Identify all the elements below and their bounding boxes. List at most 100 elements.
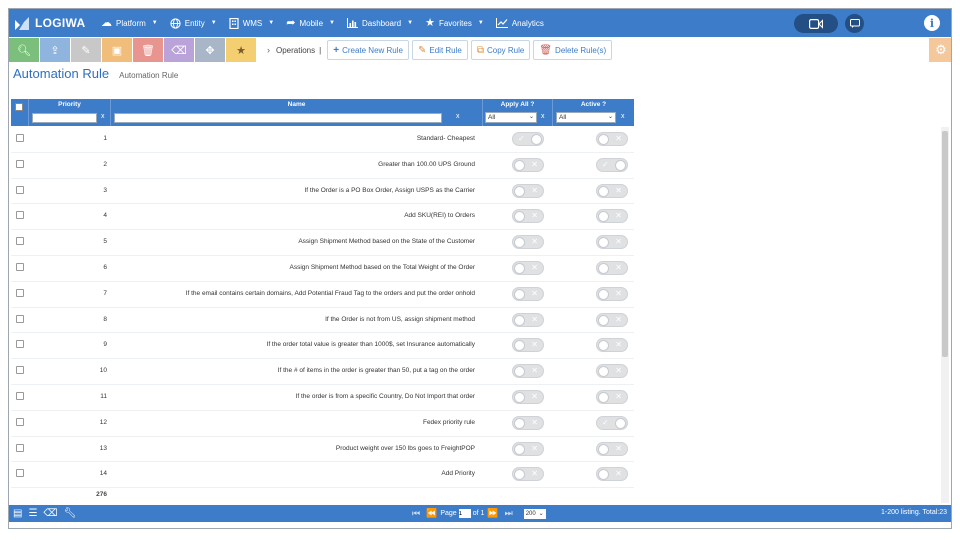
favorite-button[interactable]: ★: [226, 38, 256, 62]
copy-rule-button[interactable]: ⧉ Copy Rule: [470, 40, 531, 60]
table-row[interactable]: 11 If the order is from a specific Count…: [11, 385, 634, 411]
column-apply-all[interactable]: Apply All ? All ⌄ x: [483, 99, 553, 126]
row-checkbox[interactable]: [16, 134, 24, 142]
table-row[interactable]: 6 Assign Shipment Method based on the To…: [11, 256, 634, 282]
priority-filter-input[interactable]: [32, 113, 97, 123]
nav-dashboard[interactable]: Dashboard ▼: [341, 9, 419, 37]
column-active[interactable]: Active ? All ⌄ x: [553, 99, 634, 126]
row-checkbox[interactable]: [16, 366, 24, 375]
next-page-icon[interactable]: ⏩: [487, 508, 498, 519]
table-row[interactable]: 3 If the Order is a PO Box Order, Assign…: [11, 179, 634, 205]
row-checkbox[interactable]: [16, 288, 24, 297]
row-checkbox[interactable]: [16, 469, 24, 478]
row-checkbox[interactable]: [16, 340, 24, 349]
last-page-icon[interactable]: ⏭: [505, 508, 513, 519]
video-call-button[interactable]: [794, 14, 838, 33]
name-filter-clear[interactable]: x: [456, 113, 460, 120]
table-row[interactable]: 2 Greater than 100.00 UPS Ground ✕ ✓: [11, 153, 634, 179]
active-filter-clear[interactable]: x: [621, 113, 625, 120]
apply-all-toggle[interactable]: ✓: [512, 132, 544, 146]
row-checkbox[interactable]: [16, 443, 24, 452]
page-size-select[interactable]: 200 ⌄: [523, 508, 546, 519]
apply-all-toggle[interactable]: ✕: [512, 389, 544, 404]
active-toggle[interactable]: ✕: [596, 235, 628, 250]
chat-button[interactable]: [845, 14, 864, 33]
apply-all-toggle[interactable]: ✕: [512, 415, 544, 430]
table-row[interactable]: 14 Add Priority ✕ ✕: [11, 462, 634, 489]
row-checkbox[interactable]: [16, 237, 24, 246]
apply-all-toggle[interactable]: ✕: [512, 235, 544, 250]
wrench-icon[interactable]: 🔧︎: [64, 508, 77, 519]
page-number-input[interactable]: [458, 509, 471, 518]
active-toggle[interactable]: ✓: [596, 157, 628, 172]
prev-page-icon[interactable]: ⏪: [426, 508, 437, 519]
move-button[interactable]: ✥: [195, 38, 225, 62]
row-checkbox[interactable]: [16, 417, 24, 426]
eraser-icon[interactable]: ⌫: [43, 508, 57, 519]
apply-all-filter-select[interactable]: All ⌄: [485, 112, 537, 123]
active-toggle[interactable]: ✕: [596, 286, 628, 301]
save-button[interactable]: ▣: [102, 38, 132, 62]
nav-entity[interactable]: Entity ▼: [164, 9, 223, 37]
erase-button[interactable]: ⌫: [164, 38, 194, 62]
apply-all-toggle[interactable]: ✕: [512, 157, 544, 172]
active-toggle[interactable]: ✕: [596, 338, 628, 353]
row-checkbox[interactable]: [16, 314, 24, 323]
excel-export-icon[interactable]: ▤: [13, 508, 22, 519]
list-columns-icon[interactable]: ☰: [28, 508, 37, 519]
nav-platform[interactable]: ☁ Platform ▼: [95, 9, 164, 37]
active-toggle[interactable]: ✕: [596, 441, 628, 456]
active-toggle[interactable]: ✕: [596, 132, 628, 146]
table-row[interactable]: 9 If the order total value is greater th…: [11, 333, 634, 360]
table-row[interactable]: 8 If the Order is not from US, assign sh…: [11, 308, 634, 334]
table-row[interactable]: 12 Fedex priority rule ✕ ✓: [11, 411, 634, 437]
edit-rule-button[interactable]: ✎ Edit Rule: [411, 40, 468, 60]
select-all-checkbox[interactable]: [15, 103, 23, 111]
apply-all-toggle[interactable]: ✕: [512, 441, 544, 456]
nav-mobile[interactable]: ➦ Mobile ▼: [280, 9, 341, 37]
vertical-scrollbar[interactable]: [941, 127, 949, 503]
table-row[interactable]: 4 Add SKU(REI) to Orders ✕ ✕: [11, 204, 634, 231]
active-toggle[interactable]: ✕: [596, 389, 628, 404]
row-checkbox[interactable]: [16, 159, 24, 168]
active-toggle[interactable]: ✕: [596, 183, 628, 198]
apply-all-toggle[interactable]: ✕: [512, 467, 544, 482]
edit-button[interactable]: ✎: [71, 38, 101, 62]
scrollbar-thumb[interactable]: [942, 131, 948, 357]
active-toggle[interactable]: ✕: [596, 467, 628, 482]
row-checkbox[interactable]: [16, 211, 24, 220]
upload-button[interactable]: ⇪: [40, 38, 70, 62]
row-checkbox[interactable]: [16, 262, 24, 271]
priority-filter-clear[interactable]: x: [101, 113, 105, 120]
table-row[interactable]: 5 Assign Shipment Method based on the St…: [11, 230, 634, 256]
active-toggle[interactable]: ✕: [596, 364, 628, 379]
active-toggle[interactable]: ✕: [596, 312, 628, 327]
delete-rule-button[interactable]: 🗑︎ Delete Rule(s): [533, 40, 613, 60]
first-page-icon[interactable]: ⏮: [412, 508, 420, 519]
active-toggle[interactable]: ✕: [596, 260, 628, 275]
row-checkbox[interactable]: [16, 391, 24, 400]
table-row[interactable]: 1 Standard- Cheapest ✓ ✕: [11, 127, 634, 153]
breadcrumb-operations[interactable]: Operations: [276, 46, 315, 55]
apply-all-toggle[interactable]: ✕: [512, 312, 544, 327]
apply-all-filter-clear[interactable]: x: [541, 113, 545, 120]
create-rule-button[interactable]: + Create New Rule: [327, 40, 409, 60]
nav-wms[interactable]: WMS ▼: [223, 9, 281, 37]
active-filter-select[interactable]: All ⌄: [556, 112, 616, 123]
logo[interactable]: LOGIWA: [15, 16, 95, 30]
row-checkbox[interactable]: [16, 185, 24, 194]
apply-all-toggle[interactable]: ✕: [512, 286, 544, 301]
apply-all-toggle[interactable]: ✕: [512, 183, 544, 198]
active-toggle[interactable]: ✓: [596, 415, 628, 430]
nav-favorites[interactable]: ★ Favorites ▼: [419, 9, 490, 37]
apply-all-toggle[interactable]: ✕: [512, 364, 544, 379]
table-row[interactable]: 13 Product weight over 150 lbs goes to F…: [11, 437, 634, 463]
nav-analytics[interactable]: Analytics: [490, 9, 550, 37]
search-button[interactable]: 🔍︎: [9, 38, 39, 62]
delete-button[interactable]: 🗑︎: [133, 38, 163, 62]
settings-button[interactable]: ⚙: [929, 38, 951, 62]
apply-all-toggle[interactable]: ✕: [512, 338, 544, 353]
info-icon[interactable]: i: [924, 15, 940, 31]
apply-all-toggle[interactable]: ✕: [512, 260, 544, 275]
name-filter-input[interactable]: [114, 113, 442, 123]
